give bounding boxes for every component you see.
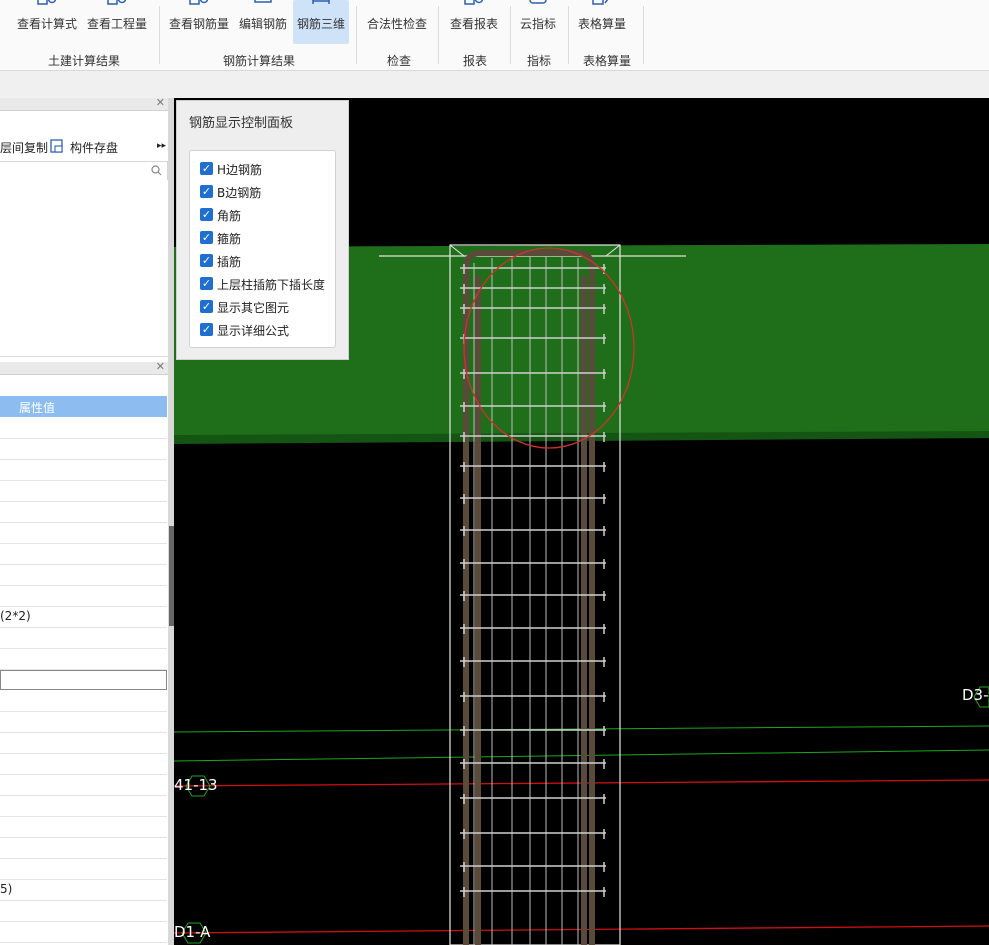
edit-rebar-icon (254, 0, 272, 3)
view-quantity-button[interactable]: 查看工程量 (84, 0, 150, 44)
secondary-toolbar (0, 71, 989, 99)
view-formula-label: 查看计算式 (16, 17, 77, 31)
table-calc-label: 表格算量 (577, 17, 626, 31)
cloud-index-button[interactable]: 云指标 (514, 0, 562, 44)
rebar-3d-label: 钢筋三维 (296, 17, 345, 31)
checkbox-checked-icon[interactable]: ✓ (200, 185, 213, 198)
property-row[interactable] (0, 754, 167, 775)
document-search-icon (464, 0, 484, 5)
group-label-table-calc: 表格算量 (582, 54, 631, 68)
component-list[interactable] (0, 180, 168, 357)
property-table-header: 属性值 (0, 396, 167, 417)
property-row[interactable] (0, 901, 167, 922)
document-search-icon (107, 0, 127, 5)
more-arrow-icon[interactable]: ▸▸ (157, 141, 166, 151)
property-value: (2*2) (0, 609, 31, 623)
property-row[interactable] (0, 838, 167, 859)
group-divider (356, 6, 357, 64)
group-label-report: 报表 (462, 54, 487, 68)
rebar-display-control-panel: 钢筋显示控制面板 ✓ H边钢筋 ✓ B边钢筋 ✓ 角筋 ✓ 箍筋 ✓ 插筋 ✓ 上层柱插筋下… (176, 100, 349, 360)
property-row[interactable] (0, 649, 167, 670)
edit-rebar-label: 编辑钢筋 (238, 17, 287, 31)
component-save-button[interactable]: 构件存盘 (70, 139, 118, 156)
property-row[interactable] (0, 586, 167, 607)
control-panel-options: ✓ H边钢筋 ✓ B边钢筋 ✓ 角筋 ✓ 箍筋 ✓ 插筋 ✓ 上层柱插筋下插长度 ✓ 显示其它… (189, 150, 336, 348)
property-value: 5) (0, 882, 13, 896)
search-icon (151, 165, 162, 176)
property-row[interactable] (0, 481, 167, 502)
property-row[interactable] (0, 502, 167, 523)
control-panel-title: 钢筋显示控制面板 (189, 116, 294, 131)
rebar-3d-icon (312, 0, 330, 4)
group-divider (568, 6, 569, 64)
property-row[interactable] (0, 523, 167, 544)
property-row[interactable] (0, 922, 167, 943)
group-label-civil-results: 土建计算结果 (47, 54, 120, 68)
ribbon-toolbar: 查看计算式 查看工程量 查看钢筋量 编辑钢筋 钢筋三维 合法性检查 查看报表 云… (0, 0, 989, 71)
property-row[interactable] (0, 439, 167, 460)
property-row[interactable] (0, 544, 167, 565)
view-report-label: 查看报表 (449, 17, 498, 31)
component-panel-titlebar: ✕ (0, 96, 168, 111)
property-row[interactable] (0, 733, 167, 754)
close-icon[interactable]: ✕ (156, 360, 165, 373)
checkbox-checked-icon[interactable]: ✓ (200, 300, 213, 313)
group-divider (159, 6, 160, 64)
property-panel-titlebar: ✕ (0, 360, 168, 375)
document-search-icon (37, 0, 57, 5)
group-divider (438, 6, 439, 64)
property-row[interactable] (0, 628, 167, 649)
close-icon[interactable]: ✕ (156, 96, 165, 109)
group-label-check: 检查 (386, 54, 411, 68)
validity-check-label: 合法性检查 (366, 17, 427, 31)
property-row[interactable] (0, 796, 167, 817)
view-rebar-quantity-button[interactable]: 查看钢筋量 (166, 0, 232, 44)
axis-label-41-13: 41-13 (174, 776, 218, 794)
checkbox-checked-icon[interactable]: ✓ (200, 162, 213, 175)
cloud-index-label: 云指标 (519, 17, 556, 31)
edit-rebar-button[interactable]: 编辑钢筋 (236, 0, 290, 44)
table-pencil-icon (592, 0, 609, 5)
floor-copy-button[interactable]: 层间复制 (0, 139, 48, 156)
property-row[interactable] (0, 418, 167, 439)
property-row[interactable] (0, 775, 167, 796)
checkbox-checked-icon[interactable]: ✓ (200, 277, 213, 290)
property-row[interactable]: (2*2) (0, 607, 167, 628)
rebar-3d-button[interactable]: 钢筋三维 (293, 0, 349, 44)
search-input[interactable] (0, 161, 168, 181)
group-divider (643, 6, 644, 64)
property-row[interactable]: 5) (0, 880, 167, 901)
view-report-button[interactable]: 查看报表 (446, 0, 502, 44)
property-value-header: 属性值 (19, 401, 56, 415)
checkbox-checked-icon[interactable]: ✓ (200, 323, 213, 336)
cloud-index-icon (529, 0, 547, 4)
checkbox-checked-icon[interactable]: ✓ (200, 254, 213, 267)
validity-check-button[interactable]: 合法性检查 (364, 0, 430, 44)
check-arrow-icon (386, 0, 408, 6)
component-toolbar: 层间复制 构件存盘 ▸▸ (0, 135, 168, 159)
axis-label-d1-a: D1-A (174, 923, 211, 941)
view-quantity-label: 查看工程量 (86, 17, 147, 31)
group-label-index: 指标 (526, 54, 551, 68)
axis-label-d3: D3- (962, 686, 989, 704)
view-formula-button[interactable]: 查看计算式 (14, 0, 80, 44)
property-row[interactable] (0, 817, 167, 838)
view-rebar-quantity-label: 查看钢筋量 (168, 17, 229, 31)
property-row[interactable] (0, 460, 167, 481)
property-row[interactable] (0, 712, 167, 733)
document-search-icon (189, 0, 209, 5)
save-component-icon (50, 139, 63, 153)
property-row[interactable] (0, 565, 167, 586)
group-label-rebar-results: 钢筋计算结果 (222, 54, 295, 68)
table-calc-button[interactable]: 表格算量 (572, 0, 632, 44)
property-row[interactable] (0, 859, 167, 880)
checkbox-checked-icon[interactable]: ✓ (200, 231, 213, 244)
property-row[interactable] (0, 691, 167, 712)
group-divider (510, 6, 511, 64)
property-edit-cell[interactable] (0, 670, 167, 690)
checkbox-checked-icon[interactable]: ✓ (200, 208, 213, 221)
